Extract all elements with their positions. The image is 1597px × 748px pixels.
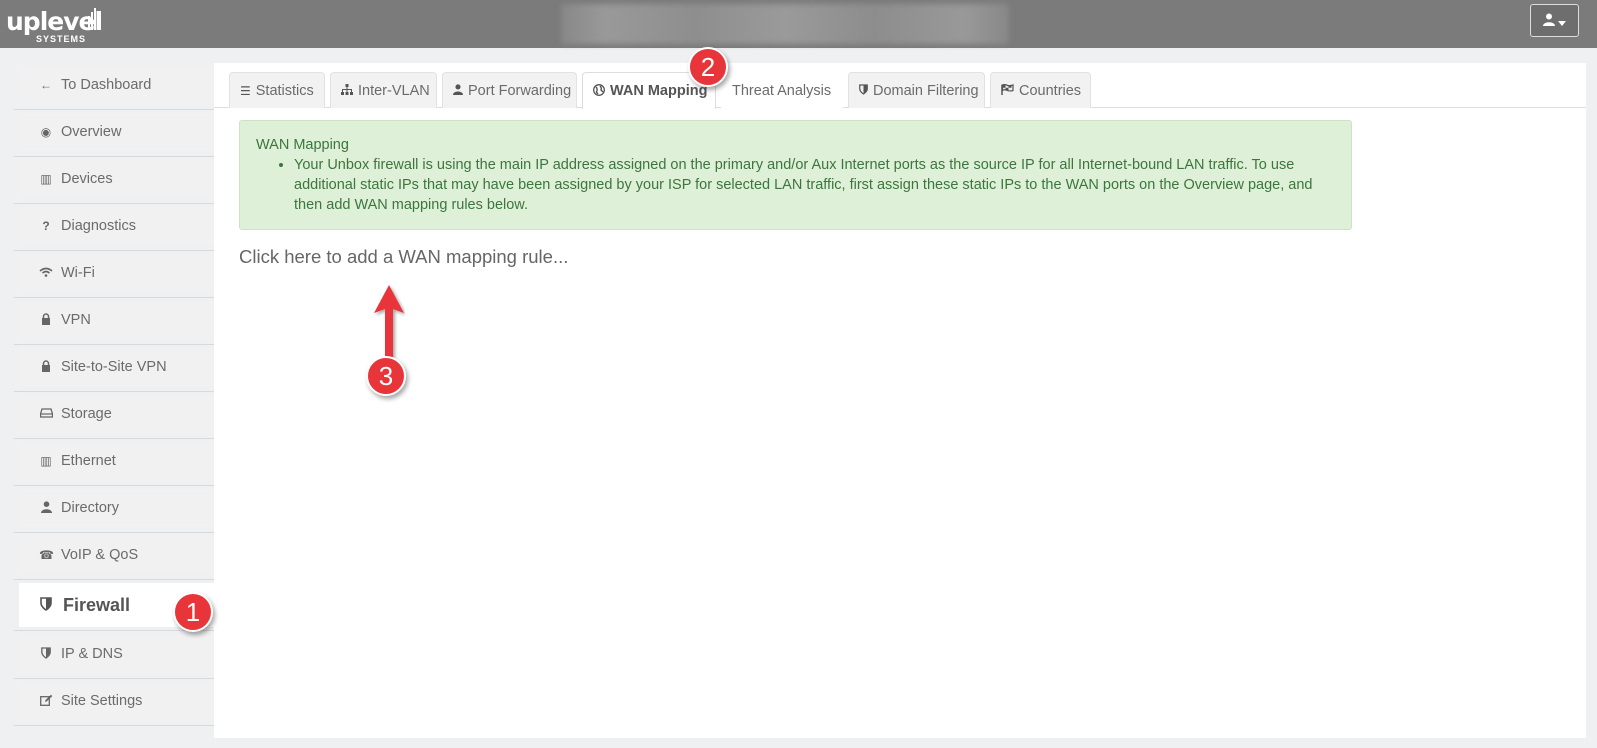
tab-threat-analysis[interactable]: Threat Analysis <box>721 72 843 108</box>
tab-countries[interactable]: Countries <box>990 72 1091 108</box>
tab-label: Threat Analysis <box>732 82 832 99</box>
sidebar-item-overview[interactable]: ◉ Overview <box>14 109 214 157</box>
tab-statistics[interactable]: ☰ Statistics <box>229 72 325 108</box>
top-navbar: uplevel SYSTEMS <box>0 0 1597 48</box>
eye-icon: ◉ <box>40 125 52 139</box>
sidebar-item-label: Overview <box>61 124 122 140</box>
sidebar-item-storage[interactable]: Storage <box>14 391 214 439</box>
add-wan-mapping-rule-link[interactable]: Click here to add a WAN mapping rule... <box>239 246 568 268</box>
sidebar-item-label: Directory <box>61 500 120 516</box>
sidebar-item-label: Diagnostics <box>61 218 136 234</box>
user-menu-button[interactable] <box>1530 4 1579 37</box>
sidebar-item-label: IP & DNS <box>61 646 123 662</box>
building-icon: ▥ <box>40 454 52 468</box>
sidebar-item-label: Firewall <box>63 594 131 615</box>
sidebar-item-devices[interactable]: ▥ Devices <box>14 156 214 204</box>
building-icon: ▥ <box>40 172 52 186</box>
sidebar-item-label: Wi-Fi <box>61 265 95 281</box>
caret-down-icon <box>1558 13 1566 29</box>
main-content: ☰ Statistics Inter-VLAN Port Forwarding W… <box>214 63 1586 738</box>
alert-bullet-line: then add WAN mapping rules below. <box>294 197 529 213</box>
sitemap-icon <box>341 83 353 98</box>
sidebar-item-label: VoIP & QoS <box>61 547 139 563</box>
sidebar-item-site-settings[interactable]: Site Settings <box>14 678 214 726</box>
flag-icon <box>1001 83 1014 98</box>
wan-mapping-info-alert: WAN Mapping Your Unbox firewall is using… <box>239 120 1352 230</box>
tab-label: Domain Filtering <box>873 82 979 99</box>
sidebar-item-label: Devices <box>61 171 113 187</box>
shield-icon <box>859 83 868 98</box>
shield-icon <box>39 646 53 662</box>
sidebar-item-label: Storage <box>61 406 112 422</box>
list-icon: ☰ <box>240 83 251 98</box>
tab-label: Inter-VLAN <box>358 82 430 99</box>
user-icon <box>453 83 463 98</box>
tab-port-forwarding[interactable]: Port Forwarding <box>442 72 577 108</box>
sidebar-item-wifi[interactable]: Wi-Fi <box>14 250 214 298</box>
user-icon <box>39 500 53 516</box>
edit-icon <box>39 694 53 709</box>
sidebar-item-directory[interactable]: Directory <box>14 485 214 533</box>
tab-domain-filtering[interactable]: Domain Filtering <box>848 72 985 108</box>
sidebar-item-vpn[interactable]: VPN <box>14 297 214 345</box>
sidebar-item-label: Ethernet <box>61 453 116 469</box>
annotation-badge-2: 2 <box>688 47 728 87</box>
sidebar-item-label: To Dashboard <box>61 77 152 93</box>
tab-label: Statistics <box>255 82 314 99</box>
tab-inter-vlan[interactable]: Inter-VLAN <box>330 72 437 108</box>
uplevel-logo[interactable]: uplevel SYSTEMS <box>6 2 103 46</box>
annotation-badge-1: 1 <box>173 592 213 632</box>
sidebar-item-ethernet[interactable]: ▥ Ethernet <box>14 438 214 486</box>
sidebar-item-label: VPN <box>61 312 91 328</box>
annotation-arrow-up-icon <box>373 285 405 365</box>
alert-list: Your Unbox firewall is using the main IP… <box>256 155 1335 215</box>
phone-icon: ☎ <box>39 548 54 562</box>
wifi-icon <box>39 266 53 280</box>
sidebar-item-to-dashboard[interactable]: ← To Dashboard <box>14 62 214 110</box>
site-name-redacted <box>561 4 1009 44</box>
globe-icon <box>593 83 605 99</box>
alert-bullet: Your Unbox firewall is using the main IP… <box>294 155 1335 215</box>
tab-label: WAN Mapping <box>610 83 708 99</box>
sidebar-item-site-to-site-vpn[interactable]: Site-to-Site VPN <box>14 344 214 392</box>
lock-icon <box>39 359 53 375</box>
sidebar-item-label: Site Settings <box>61 693 143 709</box>
tab-label: Countries <box>1019 82 1082 99</box>
sidebar-item-diagnostics[interactable]: ? Diagnostics <box>14 203 214 251</box>
sidebar-item-ip-dns[interactable]: IP & DNS <box>14 631 214 679</box>
alert-bullet-line: Your Unbox firewall is using the main IP… <box>294 157 1295 173</box>
alert-title: WAN Mapping <box>256 137 349 153</box>
sidebar-item-label: Site-to-Site VPN <box>61 359 167 375</box>
hdd-icon <box>39 407 53 421</box>
user-icon <box>1543 13 1555 29</box>
tab-label: Port Forwarding <box>468 82 572 99</box>
alert-bullet-line: additional static IPs that may have been… <box>294 177 1313 193</box>
firewall-tabs: ☰ Statistics Inter-VLAN Port Forwarding W… <box>214 72 1586 109</box>
shield-icon <box>39 596 53 614</box>
sidebar-item-voip-qos[interactable]: ☎ VoIP & QoS <box>14 532 214 580</box>
arrow-left-icon: ← <box>40 78 52 92</box>
lock-icon <box>39 312 53 328</box>
annotation-badge-3: 3 <box>366 356 406 396</box>
logo-subtitle: SYSTEMS <box>36 34 87 44</box>
question-icon: ? <box>42 219 50 233</box>
